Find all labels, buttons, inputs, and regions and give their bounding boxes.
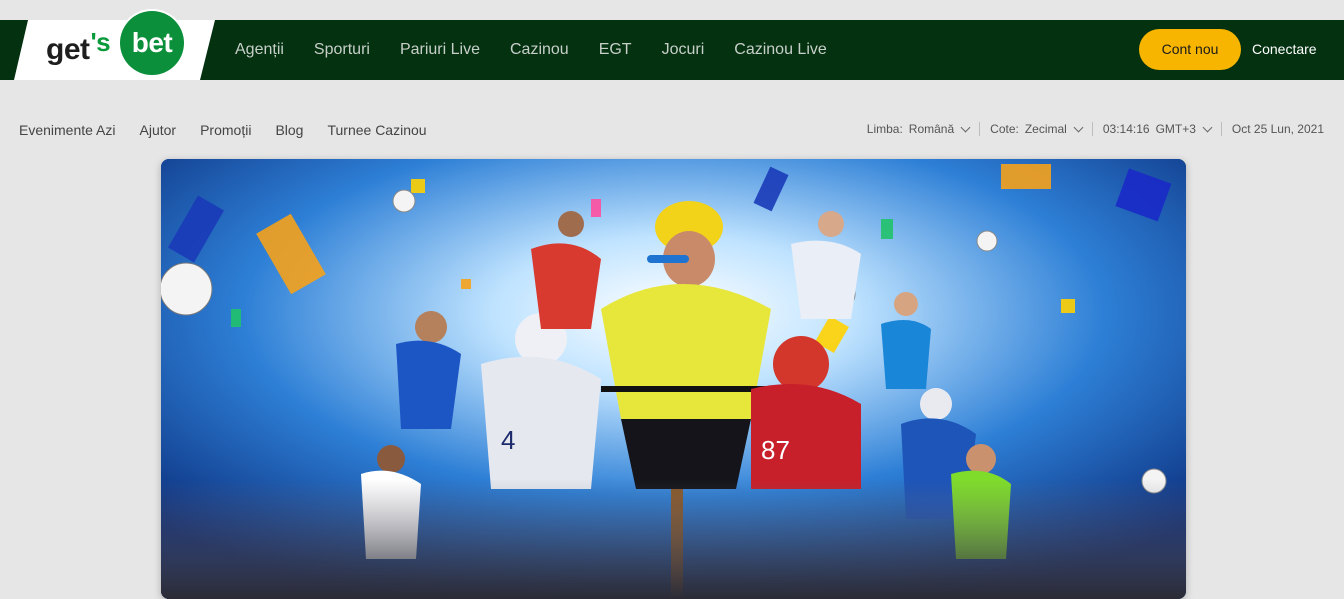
- chevron-down-icon: [1073, 122, 1084, 132]
- logo-apostrophe: 's: [90, 27, 111, 57]
- chevron-down-icon: [1202, 122, 1213, 132]
- main-navigation: Agenții Sporturi Pariuri Live Cazinou EG…: [220, 20, 842, 80]
- register-button[interactable]: Cont nou: [1139, 29, 1241, 70]
- timezone-selector[interactable]: 03:14:16 GMT+3: [1093, 122, 1221, 136]
- odds-format-selector[interactable]: Cote: Zecimal: [980, 122, 1092, 136]
- secondary-navigation: Evenimente Azi Ajutor Promoții Blog Turn…: [7, 118, 439, 142]
- subnav-item-ajutor[interactable]: Ajutor: [128, 122, 189, 138]
- nav-item-egt[interactable]: EGT: [584, 20, 647, 80]
- odds-value: Zecimal: [1024, 122, 1067, 136]
- language-value: Română: [908, 122, 955, 136]
- svg-text:87: 87: [761, 435, 790, 465]
- svg-text:4: 4: [501, 425, 515, 455]
- settings-bar: Limba: Română Cote: Zecimal 03:14:16 GMT…: [857, 118, 1334, 140]
- chevron-down-icon: [960, 122, 971, 132]
- sports-collage-image: 4 87: [161, 159, 1186, 599]
- subnav-item-promotii[interactable]: Promoții: [188, 122, 263, 138]
- logo-circle-text: bet: [131, 27, 173, 58]
- nav-item-jocuri[interactable]: Jocuri: [647, 20, 720, 80]
- nav-item-pariuri-live[interactable]: Pariuri Live: [385, 20, 495, 80]
- subnav-item-turnee-cazinou[interactable]: Turnee Cazinou: [315, 122, 438, 138]
- nav-item-agentii[interactable]: Agenții: [220, 20, 299, 80]
- login-button[interactable]: Conectare: [1252, 29, 1317, 70]
- brand-logo[interactable]: get's: [46, 25, 111, 75]
- current-date: Oct 25 Lun, 2021: [1222, 122, 1334, 136]
- language-label: Limba:: [866, 122, 903, 136]
- nav-item-sporturi[interactable]: Sporturi: [299, 20, 385, 80]
- logo-circle-badge[interactable]: bet: [120, 11, 184, 75]
- language-selector[interactable]: Limba: Română: [857, 122, 979, 136]
- odds-label: Cote:: [990, 122, 1019, 136]
- date-value: Oct 25 Lun, 2021: [1231, 122, 1324, 136]
- nav-item-cazinou[interactable]: Cazinou: [495, 20, 584, 80]
- clock-time: 03:14:16: [1102, 122, 1150, 136]
- subnav-item-blog[interactable]: Blog: [263, 122, 315, 138]
- timezone-value: GMT+3: [1155, 122, 1196, 136]
- hero-banner[interactable]: 4 87: [161, 159, 1186, 599]
- nav-item-cazinou-live[interactable]: Cazinou Live: [719, 20, 842, 80]
- logo-text: get: [46, 33, 90, 66]
- subnav-item-evenimente-azi[interactable]: Evenimente Azi: [7, 122, 128, 138]
